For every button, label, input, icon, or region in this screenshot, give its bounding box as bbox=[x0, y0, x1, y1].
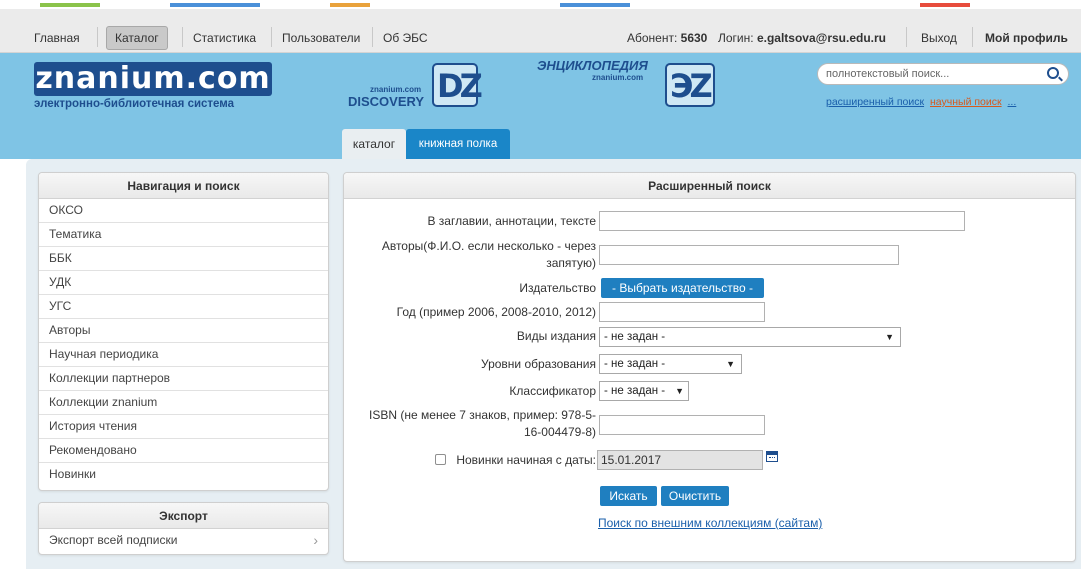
logout-link[interactable]: Выход bbox=[913, 24, 965, 52]
nav-home[interactable]: Главная bbox=[26, 24, 88, 52]
calendar-icon[interactable] bbox=[766, 451, 778, 462]
top-navbar: Главная Каталог Статистика Пользователи … bbox=[0, 0, 1081, 53]
sidebar-item-partner-collections[interactable]: Коллекции партнеров bbox=[39, 367, 328, 391]
nav-users[interactable]: Пользователи bbox=[274, 24, 368, 52]
nav-catalog[interactable]: Каталог bbox=[106, 26, 168, 50]
isbn-input[interactable] bbox=[599, 415, 765, 435]
sidebar-item-ugs[interactable]: УГС bbox=[39, 295, 328, 319]
sidebar-item-okso[interactable]: ОКСО bbox=[39, 199, 328, 223]
authors-input[interactable] bbox=[599, 245, 899, 265]
publication-kind-select[interactable]: - не задан - ▼ bbox=[599, 327, 901, 347]
label-isbn: ISBN (не менее 7 знаков, пример: 978-5-1… bbox=[369, 408, 596, 439]
nav-statistics[interactable]: Статистика bbox=[185, 24, 264, 52]
discovery-dz-badge: DZ bbox=[432, 63, 483, 107]
title-annotation-text-input[interactable] bbox=[599, 211, 965, 231]
sidebar-item-new[interactable]: Новинки bbox=[39, 463, 328, 487]
clear-button[interactable]: Очистить bbox=[661, 486, 729, 506]
export-panel-title: Экспорт bbox=[39, 503, 328, 529]
label-publication-kind: Виды издания bbox=[516, 329, 596, 343]
sidebar-item-periodicals[interactable]: Научная периодика bbox=[39, 343, 328, 367]
sidebar-item-reading-history[interactable]: История чтения bbox=[39, 415, 328, 439]
dropdown-arrow-icon: ▼ bbox=[726, 359, 735, 369]
navigation-panel: Навигация и поиск ОКСО Тематика ББК УДК … bbox=[38, 172, 329, 491]
advanced-search-title: Расширенный поиск bbox=[344, 173, 1075, 199]
more-links[interactable]: ... bbox=[1008, 96, 1017, 108]
export-panel: Экспорт Экспорт всей подписки › bbox=[38, 502, 329, 555]
sidebar-item-znanium-collections[interactable]: Коллекции znanium bbox=[39, 391, 328, 415]
search-icon[interactable] bbox=[1047, 67, 1059, 79]
classifier-select[interactable]: - не задан - ▼ bbox=[599, 381, 689, 401]
tab-bookshelf[interactable]: книжная полка bbox=[406, 129, 510, 159]
navigation-panel-title: Навигация и поиск bbox=[39, 173, 328, 199]
fulltext-search-input[interactable]: полнотекстовый поиск... bbox=[817, 63, 1069, 85]
new-since-checkbox[interactable] bbox=[435, 454, 446, 465]
new-since-date-input[interactable]: 15.01.2017 bbox=[597, 450, 763, 470]
login-value: e.galtsova@rsu.edu.ru bbox=[756, 31, 887, 45]
encyclopedia-ez-badge: ЭZ bbox=[665, 63, 715, 107]
dropdown-arrow-icon: ▼ bbox=[885, 332, 894, 342]
znanium-logo[interactable]: znanium.com bbox=[34, 62, 272, 96]
label-year: Год (пример 2006, 2008-2010, 2012) bbox=[396, 305, 596, 319]
logo-subtitle: электронно-библиотечная система bbox=[34, 98, 235, 110]
sidebar-item-authors[interactable]: Авторы bbox=[39, 319, 328, 343]
site-header: znanium.com электронно-библиотечная сист… bbox=[0, 53, 1081, 159]
scientific-search-link[interactable]: научный поиск bbox=[930, 96, 1002, 108]
subscriber-info: Абонент: 5630 bbox=[627, 31, 708, 45]
label-publisher: Издательство bbox=[519, 281, 596, 295]
year-input[interactable] bbox=[599, 302, 765, 322]
education-level-select[interactable]: - не задан - ▼ bbox=[599, 354, 742, 374]
my-profile-link[interactable]: Мой профиль bbox=[977, 24, 1076, 52]
advanced-search-link[interactable]: расширенный поиск bbox=[826, 96, 924, 108]
login-info: Логин: e.galtsova@rsu.edu.ru bbox=[718, 31, 887, 45]
sidebar-item-topics[interactable]: Тематика bbox=[39, 223, 328, 247]
label-new-since-date: Новинки начиная с даты: bbox=[456, 453, 596, 467]
sidebar-item-bbk[interactable]: ББК bbox=[39, 247, 328, 271]
search-links: расширенный поиск научный поиск ... bbox=[826, 96, 1019, 108]
label-authors: Авторы(Ф.И.О. если несколько - через зап… bbox=[381, 239, 596, 270]
tab-catalog[interactable]: каталог bbox=[342, 129, 406, 159]
export-all-subscription[interactable]: Экспорт всей подписки › bbox=[39, 529, 328, 553]
label-classifier: Классификатор bbox=[509, 384, 596, 398]
export-all-label: Экспорт всей подписки bbox=[49, 533, 178, 547]
external-collections-link[interactable]: Поиск по внешним коллекциям (сайтам) bbox=[598, 516, 822, 530]
sidebar-item-recommended[interactable]: Рекомендовано bbox=[39, 439, 328, 463]
label-education-level: Уровни образования bbox=[480, 357, 596, 371]
sidebar-item-udk[interactable]: УДК bbox=[39, 271, 328, 295]
choose-publisher-button[interactable]: - Выбрать издательство - bbox=[601, 278, 764, 298]
dropdown-arrow-icon: ▼ bbox=[675, 386, 684, 396]
search-button[interactable]: Искать bbox=[600, 486, 657, 506]
nav-about[interactable]: Об ЭБС bbox=[375, 24, 436, 52]
chevron-right-icon: › bbox=[313, 532, 318, 548]
label-title-annotation-text: В заглавии, аннотации, тексте bbox=[427, 214, 596, 228]
top-color-stripe bbox=[0, 0, 1081, 9]
subscriber-id: 5630 bbox=[680, 31, 708, 45]
